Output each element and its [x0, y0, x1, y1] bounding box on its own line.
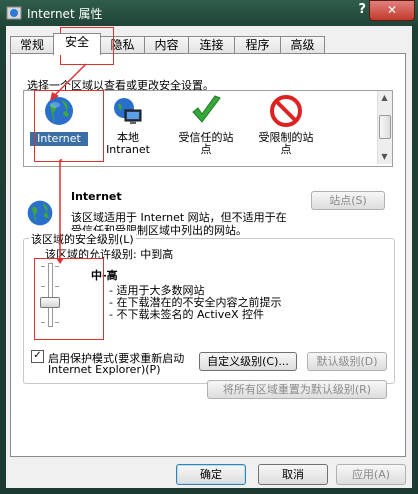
protected-mode-checkbox[interactable]: ✓	[31, 350, 44, 363]
apply-button[interactable]: 应用(A)	[336, 464, 406, 485]
level-bullet-3: - 不下载未签名的 ActiveX 控件	[109, 308, 265, 321]
annotation-slider-highlight	[34, 258, 104, 340]
window-title: Internet 属性	[27, 7, 103, 21]
intranet-icon	[114, 98, 142, 124]
restricted-no-entry-icon	[270, 95, 302, 127]
scroll-down-arrow-icon[interactable]: ▼	[379, 151, 390, 162]
close-button[interactable]: ✕	[369, 0, 415, 21]
zone-trusted-sites[interactable]: 受信任的站 点	[168, 91, 244, 156]
zone-restricted-line2: 点	[280, 143, 292, 156]
zone-intranet-line2: Intranet	[106, 143, 150, 156]
zone-title: Internet	[71, 190, 122, 203]
tab-advanced[interactable]: 高级	[280, 36, 325, 53]
annotation-zone-highlight	[34, 90, 104, 162]
reset-all-zones-button[interactable]: 将所有区域重置为默认级别(R)	[207, 380, 387, 399]
zone-restricted-sites[interactable]: 受限制的站 点	[248, 91, 324, 156]
zone-local-intranet[interactable]: 本地 Intranet	[96, 91, 160, 156]
custom-level-button[interactable]: 自定义级别(C)...	[199, 352, 297, 371]
tab-general[interactable]: 常规	[10, 36, 54, 53]
sites-button[interactable]: 站点(S)	[311, 191, 385, 210]
cancel-button[interactable]: 取消	[258, 464, 328, 485]
internet-properties-window: Internet 属性 ? ✕ 常规 安全 隐私 内容 连接 程序 高级 选择一…	[0, 0, 418, 494]
ok-button[interactable]: 确定	[176, 464, 246, 485]
internet-options-icon	[6, 6, 22, 20]
tab-security[interactable]: 安全	[53, 33, 101, 55]
zone-trusted-line2: 点	[200, 143, 212, 156]
tab-programs[interactable]: 程序	[234, 36, 281, 53]
zone-list-scrollbar[interactable]: ▲ ▼	[377, 91, 392, 164]
scroll-up-arrow-icon[interactable]: ▲	[379, 92, 390, 103]
protected-mode-label-line2: Internet Explorer)(P)	[48, 363, 161, 376]
tab-connections[interactable]: 连接	[188, 36, 235, 53]
help-button[interactable]: ?	[358, 2, 366, 17]
default-level-button[interactable]: 默认级别(D)	[307, 352, 387, 371]
trusted-checkmark-icon	[192, 95, 221, 123]
scroll-thumb[interactable]	[379, 115, 391, 139]
title-bar[interactable]: Internet 属性 ? ✕	[0, 0, 418, 26]
tab-content[interactable]: 内容	[144, 36, 189, 53]
